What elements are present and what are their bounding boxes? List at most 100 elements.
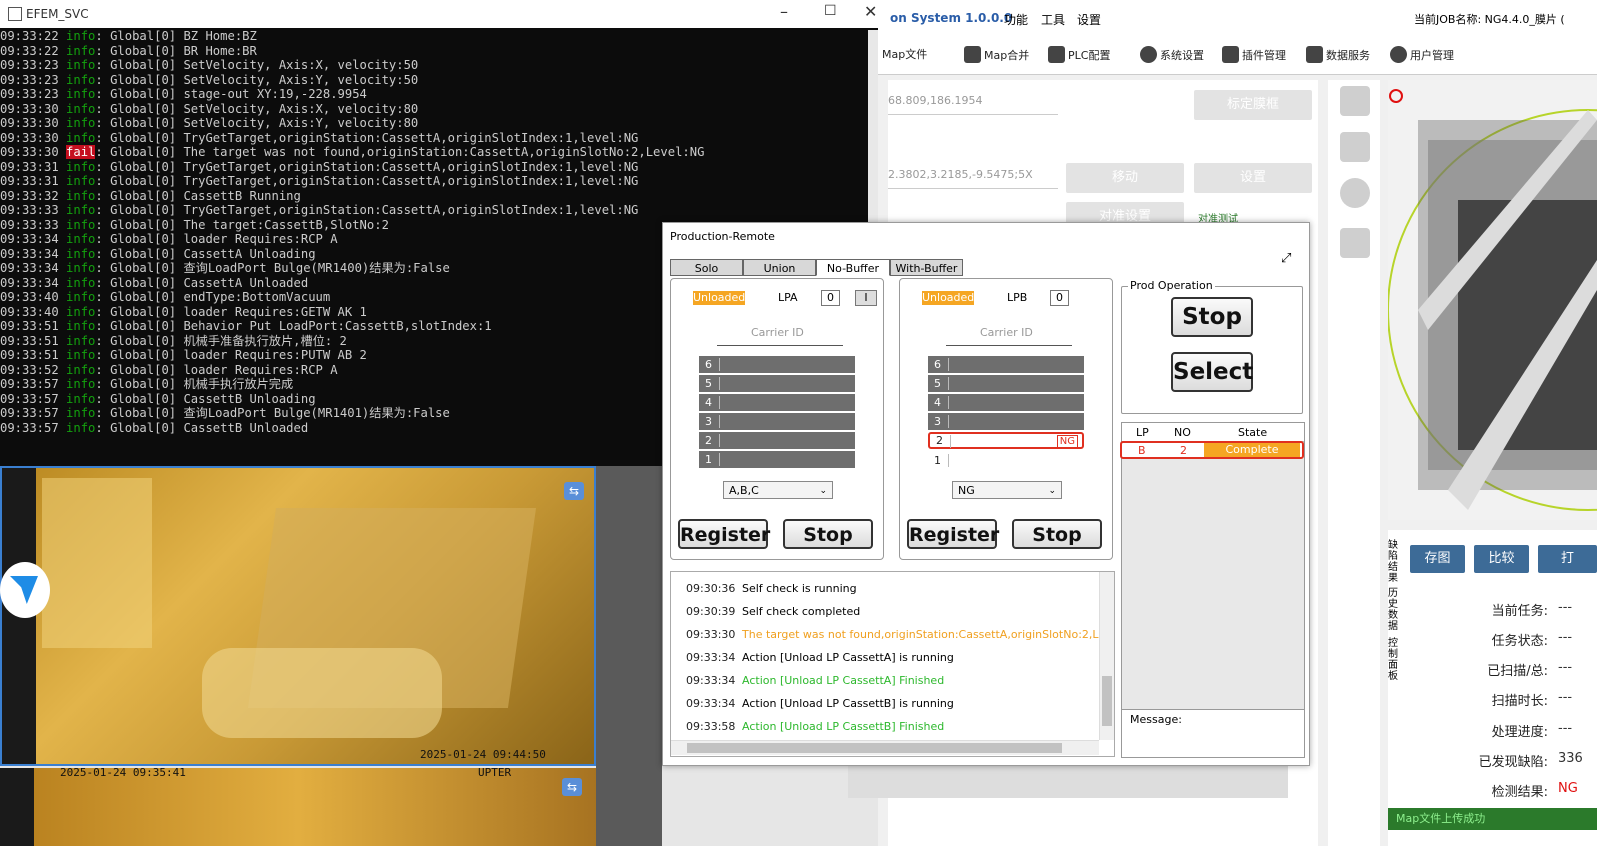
close-button[interactable]: ✕: [864, 2, 877, 21]
lpb-carrier-label: Carrier ID: [980, 326, 1033, 339]
log-hscroll-thumb[interactable]: [687, 743, 1062, 753]
tab-with-buffer[interactable]: With-Buffer: [890, 259, 963, 276]
cam1-timestamp: 2025-01-24 09:44:50: [420, 748, 546, 761]
toolbar-data-service[interactable]: 数据服务: [1306, 46, 1370, 63]
target-icon[interactable]: [1340, 178, 1370, 208]
console-time: 09:33:31: [0, 159, 59, 174]
console-message: : Global[0] stage-out XY:19,-228.9954: [95, 87, 367, 101]
console-message: : Global[0] loader Requires:PUTW AB 2: [95, 348, 367, 362]
save-image-button[interactable]: 存图: [1410, 545, 1465, 573]
tab-union[interactable]: Union: [743, 259, 816, 276]
lpb-slot-1[interactable]: 1: [928, 452, 1084, 469]
lpb-select[interactable]: NG ⌄: [952, 481, 1062, 499]
menu-function[interactable]: 功能: [1004, 11, 1028, 28]
tab-no-buffer[interactable]: No-Buffer: [816, 259, 890, 276]
lpa-slot-3[interactable]: 3: [699, 413, 855, 430]
settings-button[interactable]: 设置: [1194, 163, 1312, 193]
camera-feed-1[interactable]: 2025-01-24 09:44:50 ⇆: [0, 466, 596, 766]
wafer-map-view[interactable]: [1388, 80, 1597, 520]
console-line: 09:33:30 info: Global[0] SetVelocity, Ax…: [0, 116, 878, 131]
lpb-slot-6[interactable]: 6: [928, 356, 1084, 373]
lpb-register-button[interactable]: Register: [907, 519, 999, 549]
console-message: : Global[0] TryGetTarget,originStation:C…: [95, 130, 639, 145]
console-message: : Global[0] 查询LoadPort Bulge(MR1400)结果为:…: [95, 261, 450, 275]
coord-select-2[interactable]: 2.3802,3.2185,-9.5475;5X: [888, 168, 1058, 189]
menu-tools[interactable]: 工具: [1041, 11, 1065, 28]
field-key: 检测结果:: [1491, 785, 1548, 800]
camera-icon[interactable]: [1340, 86, 1370, 116]
toolbar-system-settings[interactable]: 系统设置: [1140, 46, 1204, 63]
lpa-slot-2[interactable]: 2: [699, 432, 855, 449]
console-level: info: [66, 203, 96, 217]
prod-stop-button[interactable]: Stop: [1171, 297, 1253, 337]
vtab-history[interactable]: 历史数据: [1388, 588, 1402, 632]
floating-app-badge[interactable]: [0, 562, 50, 618]
console-message: : Global[0] SetVelocity, Axis:X, velocit…: [95, 58, 419, 72]
prod-select-button[interactable]: Select: [1171, 352, 1253, 392]
toolbar-plugin-manager[interactable]: 插件管理: [1222, 46, 1286, 63]
console-message: : Global[0] SetVelocity, Axis:Y, velocit…: [95, 116, 419, 130]
maximize-button[interactable]: ☐: [824, 3, 837, 19]
console-level: info: [66, 348, 96, 362]
production-remote-dialog: Production-Remote ⤢ Solo Union No-Buffer…: [662, 222, 1310, 766]
field-task-status: 任务状态: ---: [1428, 630, 1597, 649]
slot-number: 5: [934, 377, 941, 390]
lpb-label: LPB: [1007, 291, 1028, 304]
field-scanned-total: 已扫描/总: ---: [1428, 660, 1597, 679]
lpa-slot-1[interactable]: 1: [699, 451, 855, 468]
console-time: 09:33:51: [0, 348, 59, 362]
lpa-slot-4[interactable]: 4: [699, 394, 855, 411]
calibrate-frame-button[interactable]: 标定膜框: [1194, 90, 1312, 120]
lpa-extra-box[interactable]: I: [855, 290, 877, 306]
cam2-switch-icon[interactable]: ⇆: [562, 778, 582, 796]
tab-solo[interactable]: Solo: [670, 259, 743, 276]
minimize-button[interactable]: –: [780, 2, 788, 21]
vtab-defect-result[interactable]: 缺陷结果: [1388, 540, 1402, 584]
console-level: info: [66, 290, 96, 304]
console-line: 09:33:23 info: Global[0] SetVelocity, Ax…: [0, 58, 878, 73]
slot-number: 1: [934, 454, 941, 467]
console-line: 09:33:23 info: Global[0] stage-out XY:19…: [0, 87, 878, 102]
open-button[interactable]: 打: [1538, 545, 1597, 573]
move-button[interactable]: 移动: [1066, 163, 1184, 193]
lpb-slot-4[interactable]: 4: [928, 394, 1084, 411]
lpa-register-button[interactable]: Register: [678, 519, 770, 549]
lpa-slot-5[interactable]: 5: [699, 375, 855, 392]
field-key: 已扫描/总:: [1487, 664, 1548, 679]
toolbar-user-manager[interactable]: 用户管理: [1390, 46, 1454, 63]
row-no: 2: [1180, 444, 1187, 457]
toolbar-map-merge[interactable]: Map合并: [964, 46, 1029, 63]
lpb-slot-5[interactable]: 5: [928, 375, 1084, 392]
compare-button[interactable]: 比较: [1474, 545, 1529, 573]
lpb-stop-button[interactable]: Stop: [1012, 519, 1102, 549]
vtab-control-panel[interactable]: 控制面板: [1388, 638, 1402, 682]
console-line: 09:33:22 info: Global[0] BR Home:BR: [0, 44, 878, 59]
ruler-icon[interactable]: [1340, 228, 1370, 258]
log-hscrollbar[interactable]: [671, 740, 1099, 755]
toolbar-plc-config[interactable]: PLC配置: [1048, 46, 1110, 63]
field-value: ---: [1558, 721, 1573, 736]
console-line: 09:33:32 info: Global[0] CassettB Runnin…: [0, 189, 878, 204]
console-message: : Global[0] SetVelocity, Axis:X, velocit…: [95, 101, 419, 116]
log-msg: Action [Unload LP CassettB] Finished: [742, 720, 945, 733]
restore-size-icon[interactable]: ⤢: [1281, 251, 1291, 266]
log-vscrollbar[interactable]: [1099, 572, 1114, 740]
table-row[interactable]: B 2 Complete: [1120, 441, 1304, 459]
lpb-slot-2[interactable]: 2 NG: [928, 432, 1084, 449]
log-time: 09:33:34: [686, 651, 736, 664]
menu-settings[interactable]: 设置: [1077, 11, 1101, 28]
log-row: 09:33:34 Action [Unload LP CassettB] is r…: [686, 697, 954, 713]
log-vscroll-thumb[interactable]: [1102, 676, 1112, 726]
lpb-slot-3[interactable]: 3: [928, 413, 1084, 430]
cam1-switch-icon[interactable]: ⇆: [564, 482, 584, 500]
chart-icon[interactable]: [1340, 132, 1370, 162]
console-time: 09:33:51: [0, 333, 59, 348]
lpa-stop-button[interactable]: Stop: [783, 519, 873, 549]
console-time: 09:33:40: [0, 290, 59, 304]
log-time: 09:33:58: [686, 720, 736, 733]
coord-select-1[interactable]: 68.809,186.1954: [888, 94, 1058, 115]
toolbar-map-file[interactable]: Map文件: [882, 46, 927, 62]
lpa-select[interactable]: A,B,C ⌄: [723, 481, 833, 499]
lpa-slot-6[interactable]: 6: [699, 356, 855, 373]
camera-feed-2[interactable]: 2025-01-24 09:35:41 UPTER ⇆: [0, 768, 596, 846]
